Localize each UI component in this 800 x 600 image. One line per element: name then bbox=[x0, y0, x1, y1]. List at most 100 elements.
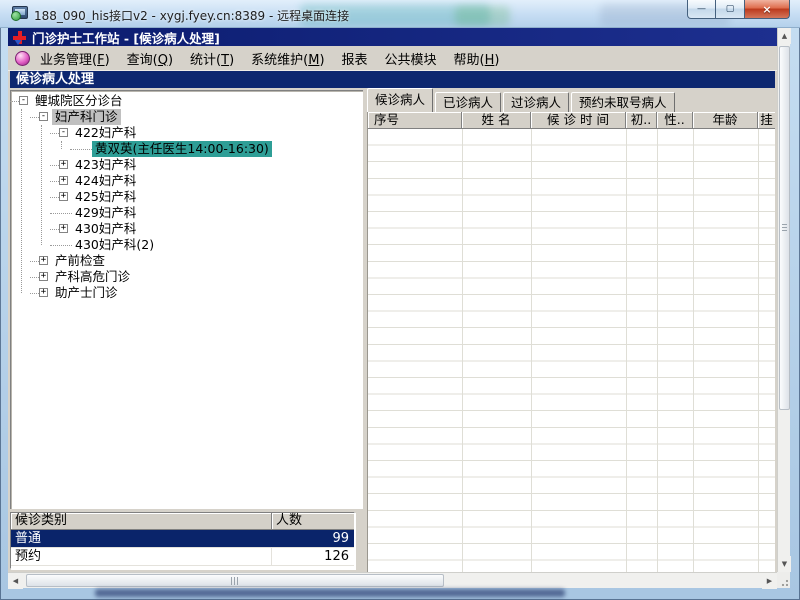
category-count: 126 bbox=[324, 549, 349, 564]
tab-passed-patients[interactable]: 过诊病人 bbox=[503, 92, 570, 112]
tree-node-label[interactable]: 430妇产科(2) bbox=[72, 237, 157, 253]
tree-node-label[interactable]: 422妇产科 bbox=[72, 125, 139, 141]
tree-connector bbox=[30, 117, 39, 118]
tree-node[interactable]: + 产前检查 bbox=[12, 253, 361, 269]
menu-item-reports[interactable]: 报表 bbox=[342, 49, 368, 68]
tree-node-label[interactable]: 产前检查 bbox=[52, 253, 108, 269]
scroll-down-icon[interactable]: ▼ bbox=[778, 556, 791, 572]
category-row[interactable]: 普通 99 bbox=[11, 530, 354, 548]
category-column-header[interactable]: 候诊类别 bbox=[11, 513, 272, 529]
tree-node[interactable]: - 鲤城院区分诊台 bbox=[10, 93, 361, 109]
tree-connector bbox=[30, 293, 39, 294]
tree-collapse-icon[interactable]: - bbox=[59, 128, 68, 137]
tree-node[interactable]: 430妇产科(2) bbox=[12, 237, 361, 253]
menu-item-public-modules[interactable]: 公共模块 bbox=[385, 49, 437, 68]
menu-item-query[interactable]: 查询(Q) bbox=[127, 49, 173, 68]
tab-seen-patients[interactable]: 已诊病人 bbox=[435, 92, 502, 112]
tree-collapse-icon[interactable]: - bbox=[39, 112, 48, 121]
category-name: 普通 bbox=[11, 530, 272, 547]
patient-table-body[interactable] bbox=[367, 129, 775, 572]
close-button[interactable]: × bbox=[745, 0, 790, 19]
scroll-up-icon[interactable]: ▲ bbox=[778, 28, 791, 44]
column-header-sex[interactable]: 性.. bbox=[657, 112, 693, 129]
tree-expand-icon[interactable]: + bbox=[59, 192, 68, 201]
resize-grip-icon[interactable] bbox=[780, 578, 788, 586]
patient-tabs: 候诊病人 已诊病人 过诊病人 预约未取号病人 bbox=[367, 88, 675, 112]
rdp-titlebar[interactable]: 188_090_his接口v2 - xygj.fyey.cn:8389 - 远程… bbox=[0, 0, 800, 28]
tree-connector bbox=[50, 181, 59, 182]
horizontal-scrollbar-thumb[interactable] bbox=[26, 574, 444, 587]
menu-item-business-management[interactable]: 业务管理(F) bbox=[40, 49, 110, 68]
menu-item-statistics[interactable]: 统计(T) bbox=[190, 49, 234, 68]
tree-node-label[interactable]: 423妇产科 bbox=[72, 157, 139, 173]
tree-node[interactable]: - 妇产科门诊 bbox=[12, 109, 361, 125]
tree-node[interactable]: +424妇产科 bbox=[12, 173, 361, 189]
minimize-button[interactable]: — bbox=[687, 0, 716, 19]
tree-node[interactable]: + 助产士门诊 bbox=[12, 285, 361, 301]
rdp-window: 188_090_his接口v2 - xygj.fyey.cn:8389 - 远程… bbox=[0, 0, 800, 600]
tree-connector bbox=[50, 229, 59, 230]
tree-expand-icon[interactable]: + bbox=[59, 176, 68, 185]
tree-node-label[interactable]: 妇产科门诊 bbox=[52, 109, 121, 125]
tree-expand-icon[interactable]: + bbox=[59, 160, 68, 169]
column-header-age[interactable]: 年龄 bbox=[693, 112, 758, 129]
tree-node-label[interactable]: 助产士门诊 bbox=[52, 285, 121, 301]
menu-items: 业务管理(F) 查询(Q) 统计(T) 系统维护(M) 报表 公共模块 帮助(H) bbox=[40, 49, 499, 68]
window-controls: — ▢ × bbox=[687, 0, 790, 19]
tree-connector bbox=[50, 245, 72, 246]
tree-node-label[interactable]: 424妇产科 bbox=[72, 173, 139, 189]
tree-node[interactable]: -422妇产科 bbox=[12, 125, 361, 141]
tree-node[interactable]: +425妇产科 bbox=[12, 189, 361, 205]
tree-node-label[interactable]: 产科高危门诊 bbox=[52, 269, 133, 285]
tab-reserved-untaken-patients[interactable]: 预约未取号病人 bbox=[571, 92, 675, 112]
remote-desktop-icon bbox=[11, 6, 28, 21]
category-row[interactable]: 预约 126 bbox=[11, 548, 354, 566]
tree-node-label[interactable]: 429妇产科 bbox=[72, 205, 139, 221]
grid-column-line bbox=[693, 129, 694, 572]
column-header-first-visit[interactable]: 初.. bbox=[626, 112, 657, 129]
grid-column-line bbox=[758, 129, 759, 572]
horizontal-scrollbar[interactable]: ◀ ▶ bbox=[8, 572, 777, 589]
tree-expand-icon[interactable]: + bbox=[39, 256, 48, 265]
tree-connector bbox=[30, 261, 39, 262]
tree-node-label[interactable]: 425妇产科 bbox=[72, 189, 139, 205]
category-table-header: 候诊类别 人数 bbox=[11, 513, 354, 530]
remote-screen: 门诊护士工作站 - [候诊病人处理] 业务管理(F) 查询(Q) 统计(T) 系统维护… bbox=[8, 28, 777, 572]
tree-expand-icon[interactable]: + bbox=[39, 272, 48, 281]
glass-shadow bbox=[95, 589, 565, 597]
tree-expand-icon[interactable]: + bbox=[39, 288, 48, 297]
tab-waiting-patients[interactable]: 候诊病人 bbox=[367, 88, 434, 112]
count-column-header[interactable]: 人数 bbox=[272, 513, 354, 529]
tree-connector bbox=[50, 165, 59, 166]
department-tree: - 鲤城院区分诊台 - 妇产科门诊 -422妇产科 黄双英(主任医生14:00-16:30… bbox=[10, 90, 363, 509]
tree-node[interactable]: 429妇产科 bbox=[12, 205, 361, 221]
tree-connector bbox=[50, 197, 59, 198]
tree-node[interactable]: +423妇产科 bbox=[12, 157, 361, 173]
tree-connector bbox=[50, 133, 59, 134]
category-rows: 普通 99 预约 126 bbox=[11, 530, 354, 566]
tree-node[interactable]: + 产科高危门诊 bbox=[12, 269, 361, 285]
scroll-right-icon[interactable]: ▶ bbox=[762, 573, 777, 589]
thumb-grip bbox=[231, 577, 239, 585]
tree-node-label[interactable]: 鲤城院区分诊台 bbox=[32, 93, 126, 109]
menu-item-help[interactable]: 帮助(H) bbox=[454, 49, 500, 68]
tree-collapse-icon[interactable]: - bbox=[19, 96, 28, 105]
column-header-name[interactable]: 姓 名 bbox=[462, 112, 531, 129]
tree-node-label[interactable]: 黄双英(主任医生14:00-16:30) bbox=[92, 141, 272, 157]
column-header-seq-no[interactable]: 序号 bbox=[368, 112, 462, 129]
vertical-scrollbar[interactable]: ▲ ▼ bbox=[777, 28, 791, 572]
column-header-registration[interactable]: 挂 bbox=[758, 112, 775, 129]
section-header: 候诊病人处理 bbox=[10, 71, 775, 88]
menu-item-system-maintenance[interactable]: 系统维护(M) bbox=[251, 49, 324, 68]
column-header-wait-time[interactable]: 候 诊 时 间 bbox=[531, 112, 626, 129]
system-menu-icon[interactable] bbox=[15, 50, 30, 66]
tree-expand-icon[interactable]: + bbox=[59, 224, 68, 233]
vertical-scrollbar-thumb[interactable] bbox=[779, 46, 790, 410]
grid-column-line bbox=[626, 129, 627, 572]
tree-node[interactable]: +430妇产科 bbox=[12, 221, 361, 237]
tree-node[interactable]: 黄双英(主任医生14:00-16:30) bbox=[12, 141, 361, 157]
maximize-button[interactable]: ▢ bbox=[716, 0, 745, 19]
tree-node-label[interactable]: 430妇产科 bbox=[72, 221, 139, 237]
grid-column-line bbox=[462, 129, 463, 572]
scroll-left-icon[interactable]: ◀ bbox=[8, 573, 23, 589]
